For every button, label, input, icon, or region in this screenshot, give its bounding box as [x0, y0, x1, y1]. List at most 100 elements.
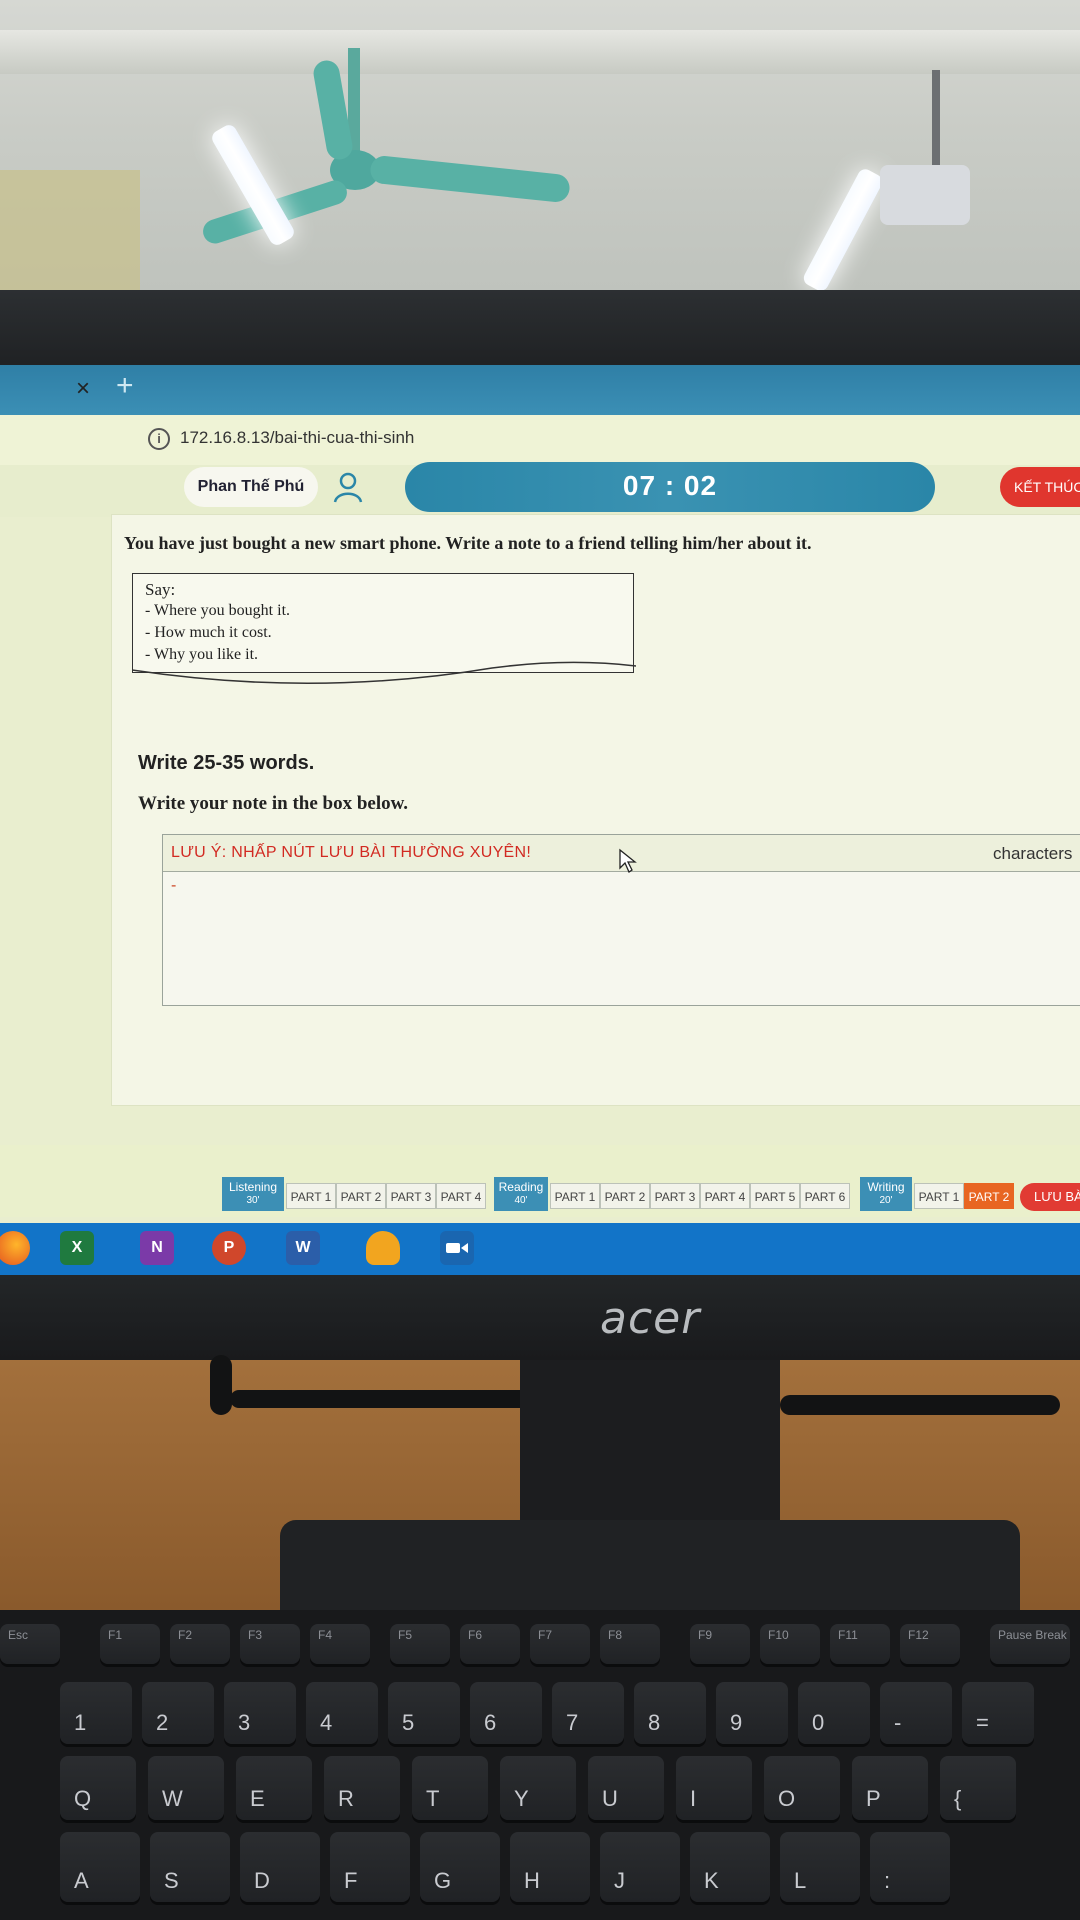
key-f4[interactable]: F4 — [310, 1624, 370, 1664]
key-label: - — [894, 1710, 902, 1735]
close-tab-icon[interactable]: × — [76, 375, 90, 403]
key-j[interactable]: J — [600, 1832, 680, 1902]
new-tab-icon[interactable]: + — [116, 369, 134, 403]
answer-textarea[interactable]: - — [171, 877, 1080, 995]
key-label: 3 — [238, 1710, 251, 1735]
key-y[interactable]: Y — [500, 1756, 576, 1820]
key-label: W — [162, 1786, 183, 1811]
onenote-icon[interactable]: N — [140, 1231, 174, 1265]
key-label: 0 — [812, 1710, 825, 1735]
writing-part-1[interactable]: PART 1 — [914, 1183, 964, 1209]
key-label: S — [164, 1868, 179, 1893]
url-text[interactable]: 172.16.8.13/bai-thi-cua-thi-sinh — [180, 428, 414, 448]
reading-part-6[interactable]: PART 6 — [800, 1183, 850, 1209]
key-l[interactable]: L — [780, 1832, 860, 1902]
key-d[interactable]: D — [240, 1832, 320, 1902]
key-f[interactable]: F — [330, 1832, 410, 1902]
key-equals[interactable]: = — [962, 1682, 1034, 1744]
browser-tab-bar: × + — [0, 365, 1080, 415]
key-label: D — [254, 1868, 270, 1893]
key-label: 2 — [156, 1710, 169, 1735]
info-icon[interactable]: i — [148, 428, 170, 450]
key-label: = — [976, 1710, 989, 1735]
character-count-label: characters — [993, 844, 1073, 863]
key-6[interactable]: 6 — [470, 1682, 542, 1744]
key-label: F9 — [698, 1628, 713, 1642]
reading-part-3[interactable]: PART 3 — [650, 1183, 700, 1209]
key-o[interactable]: O — [764, 1756, 840, 1820]
excel-icon[interactable]: X — [60, 1231, 94, 1265]
key-esc[interactable]: Esc — [0, 1624, 60, 1664]
key-k[interactable]: K — [690, 1832, 770, 1902]
key-colon[interactable]: : — [870, 1832, 950, 1902]
key-f5[interactable]: F5 — [390, 1624, 450, 1664]
key-1[interactable]: 1 — [60, 1682, 132, 1744]
timer-bar: 07 : 02 — [405, 462, 935, 512]
key-pause-break[interactable]: Pause Break — [990, 1624, 1070, 1664]
write-instruction: Write your note in the box below. — [138, 793, 409, 814]
key-label: 1 — [74, 1710, 87, 1735]
cable — [210, 1355, 232, 1415]
key-label: F5 — [398, 1628, 413, 1642]
key-label: F6 — [468, 1628, 483, 1642]
key-9[interactable]: 9 — [716, 1682, 788, 1744]
key-f3[interactable]: F3 — [240, 1624, 300, 1664]
headset-icon[interactable] — [366, 1231, 400, 1265]
video-icon[interactable] — [440, 1231, 474, 1265]
key-s[interactable]: S — [150, 1832, 230, 1902]
key-e[interactable]: E — [236, 1756, 312, 1820]
key-7[interactable]: 7 — [552, 1682, 624, 1744]
key-label: I — [690, 1786, 697, 1811]
word-icon[interactable]: W — [286, 1231, 320, 1265]
key-q[interactable]: Q — [60, 1756, 136, 1820]
key-f2[interactable]: F2 — [170, 1624, 230, 1664]
key-a[interactable]: A — [60, 1832, 140, 1902]
reading-part-4[interactable]: PART 4 — [700, 1183, 750, 1209]
section-reading[interactable]: Reading 40' — [494, 1177, 548, 1211]
listening-part-2[interactable]: PART 2 — [336, 1183, 386, 1209]
key-label: K — [704, 1868, 719, 1893]
key-3[interactable]: 3 — [224, 1682, 296, 1744]
reading-part-1[interactable]: PART 1 — [550, 1183, 600, 1209]
key-t[interactable]: T — [412, 1756, 488, 1820]
powerpoint-icon[interactable]: P — [212, 1231, 246, 1265]
section-listening[interactable]: Listening 30' — [222, 1177, 284, 1211]
writing-part-2[interactable]: PART 2 — [964, 1183, 1014, 1209]
key-label: P — [866, 1786, 881, 1811]
key-f1[interactable]: F1 — [100, 1624, 160, 1664]
key-f11[interactable]: F11 — [830, 1624, 890, 1664]
key-i[interactable]: I — [676, 1756, 752, 1820]
key-f10[interactable]: F10 — [760, 1624, 820, 1664]
key-8[interactable]: 8 — [634, 1682, 706, 1744]
listening-part-1[interactable]: PART 1 — [286, 1183, 336, 1209]
listening-part-3[interactable]: PART 3 — [386, 1183, 436, 1209]
key-u[interactable]: U — [588, 1756, 664, 1820]
key-f9[interactable]: F9 — [690, 1624, 750, 1664]
key-minus[interactable]: - — [880, 1682, 952, 1744]
key-f8[interactable]: F8 — [600, 1624, 660, 1664]
section-writing[interactable]: Writing 20' — [860, 1177, 912, 1211]
key-label: F10 — [768, 1628, 789, 1642]
end-exam-button[interactable]: KẾT THÚC — [1000, 467, 1080, 507]
listening-part-4[interactable]: PART 4 — [436, 1183, 486, 1209]
key-h[interactable]: H — [510, 1832, 590, 1902]
key-p[interactable]: P — [852, 1756, 928, 1820]
save-button[interactable]: LƯU BÀ — [1020, 1183, 1080, 1211]
key-w[interactable]: W — [148, 1756, 224, 1820]
key-f6[interactable]: F6 — [460, 1624, 520, 1664]
key-4[interactable]: 4 — [306, 1682, 378, 1744]
reading-part-5[interactable]: PART 5 — [750, 1183, 800, 1209]
reading-part-2[interactable]: PART 2 — [600, 1183, 650, 1209]
address-bar[interactable]: i 172.16.8.13/bai-thi-cua-thi-sinh — [0, 415, 1080, 466]
key-bracket[interactable]: { — [940, 1756, 1016, 1820]
key-f7[interactable]: F7 — [530, 1624, 590, 1664]
key-label: 7 — [566, 1710, 579, 1735]
key-f12[interactable]: F12 — [900, 1624, 960, 1664]
key-5[interactable]: 5 — [388, 1682, 460, 1744]
key-r[interactable]: R — [324, 1756, 400, 1820]
key-g[interactable]: G — [420, 1832, 500, 1902]
key-label: F1 — [108, 1628, 123, 1642]
key-0[interactable]: 0 — [798, 1682, 870, 1744]
key-2[interactable]: 2 — [142, 1682, 214, 1744]
key-label: U — [602, 1786, 618, 1811]
